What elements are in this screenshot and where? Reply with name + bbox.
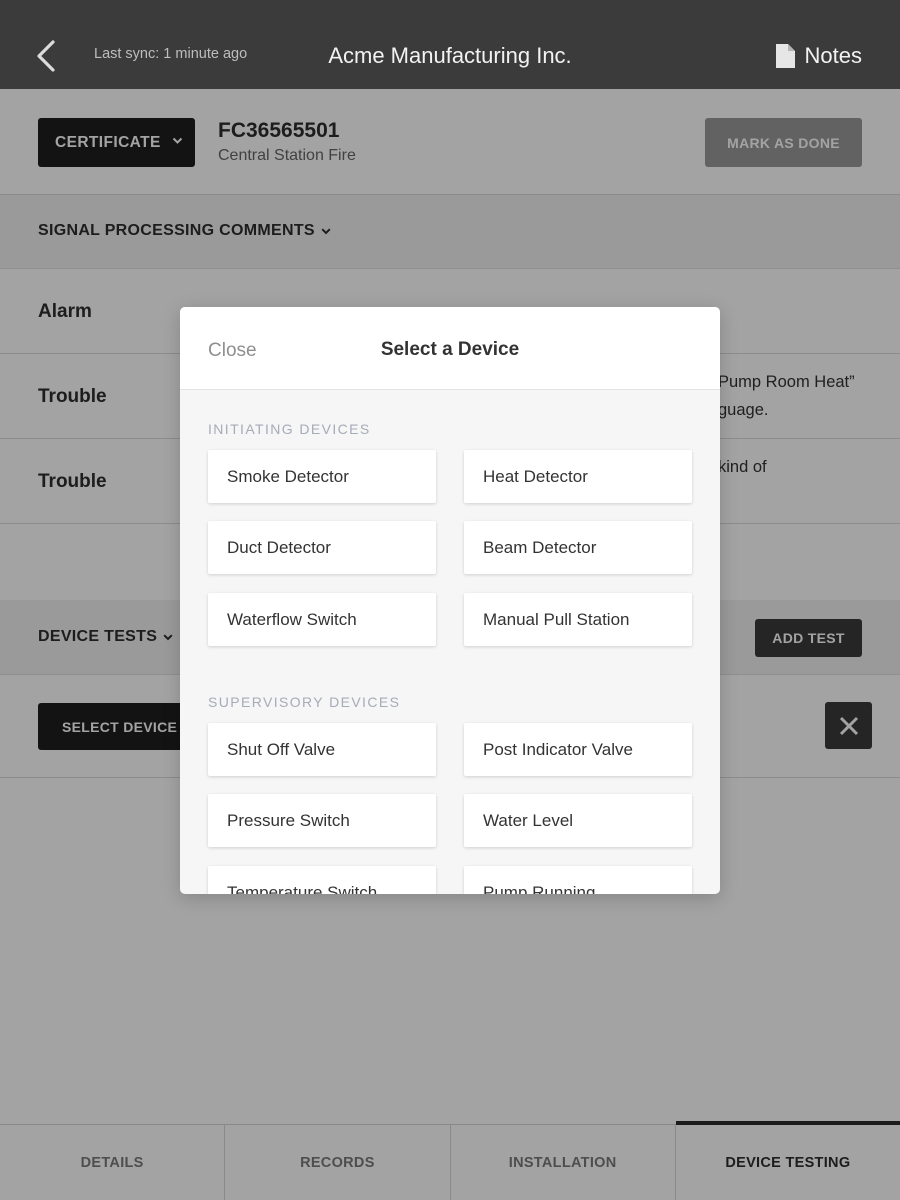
device-option-post-indicator-valve[interactable]: Post Indicator Valve [464, 723, 692, 776]
device-option-pump-running[interactable]: Pump Running [464, 866, 692, 894]
select-device-modal: Close Select a Device INITIATING DEVICES… [180, 307, 720, 894]
device-option-temperature-switch[interactable]: Temperature Switch [208, 866, 436, 894]
device-option-smoke-detector[interactable]: Smoke Detector [208, 450, 436, 503]
device-option-heat-detector[interactable]: Heat Detector [464, 450, 692, 503]
group-title-supervisory: SUPERVISORY DEVICES [208, 694, 401, 710]
device-option-manual-pull-station[interactable]: Manual Pull Station [464, 593, 692, 646]
device-option-water-level[interactable]: Water Level [464, 794, 692, 847]
device-option-beam-detector[interactable]: Beam Detector [464, 521, 692, 574]
modal-header: Close Select a Device [180, 307, 720, 390]
modal-title: Select a Device [380, 339, 520, 360]
device-list[interactable]: INITIATING DEVICES Smoke Detector Heat D… [180, 390, 720, 894]
notes-button[interactable]: Notes [775, 43, 862, 69]
device-option-duct-detector[interactable]: Duct Detector [208, 521, 436, 574]
page-title: Acme Manufacturing Inc. [328, 43, 572, 68]
notes-label: Notes [804, 43, 862, 68]
device-option-shut-off-valve[interactable]: Shut Off Valve [208, 723, 436, 776]
device-option-pressure-switch[interactable]: Pressure Switch [208, 794, 436, 847]
top-bar: Last sync: 1 minute ago Acme Manufacturi… [0, 0, 900, 89]
document-icon [775, 44, 795, 68]
group-title-initiating: INITIATING DEVICES [208, 421, 371, 437]
device-option-waterflow-switch[interactable]: Waterflow Switch [208, 593, 436, 646]
